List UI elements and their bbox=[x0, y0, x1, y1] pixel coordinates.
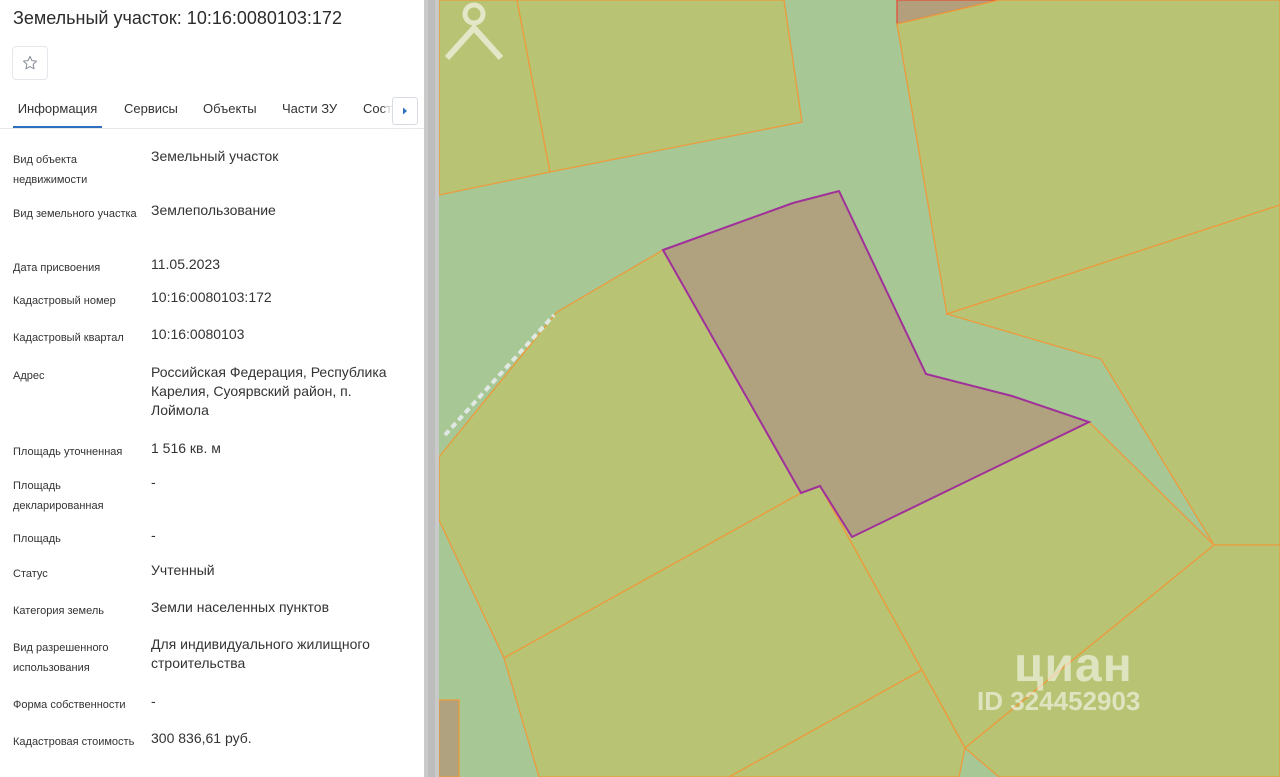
map-canvas[interactable] bbox=[439, 0, 1280, 777]
map-parcel[interactable] bbox=[439, 699, 460, 777]
field-value: Учтенный bbox=[151, 562, 215, 578]
field-value: - bbox=[151, 474, 156, 490]
field-label: Вид земельного участка bbox=[13, 208, 137, 220]
field-value: 1 516 кв. м bbox=[151, 440, 221, 456]
caret-right-icon bbox=[403, 107, 407, 115]
tab-services[interactable]: Сервисы bbox=[124, 92, 178, 128]
field-value: Для индивидуального жилищного строительс… bbox=[151, 636, 370, 671]
panel-scrollbar[interactable] bbox=[424, 0, 439, 777]
watermark-id: ID 324452903 bbox=[977, 686, 1141, 716]
field-label: Площадь декларированная bbox=[13, 480, 104, 512]
page-title: Земельный участок: 10:16:0080103:172 bbox=[13, 8, 342, 28]
field-value: 10:16:0080103 bbox=[151, 326, 245, 342]
watermark-brand: циан bbox=[1014, 639, 1133, 692]
field-label: Статус bbox=[13, 568, 48, 580]
tab-objects[interactable]: Объекты bbox=[203, 92, 257, 128]
scrollbar-thumb[interactable] bbox=[428, 0, 435, 777]
tab-parts[interactable]: Части ЗУ bbox=[282, 92, 337, 128]
star-outline-icon bbox=[22, 55, 38, 70]
field-value: Землепользование bbox=[151, 202, 276, 218]
tab-information[interactable]: Информация bbox=[13, 92, 102, 128]
field-label: Площадь уточненная bbox=[13, 446, 123, 458]
field-value: 300 836,61 руб. bbox=[151, 730, 252, 746]
field-value: - bbox=[151, 693, 156, 709]
info-panel: Земельный участок: 10:16:0080103:172 Инф… bbox=[0, 0, 424, 777]
field-value: Российская Федерация, Республика Карелия… bbox=[151, 364, 387, 418]
field-value: Земельный участок bbox=[151, 148, 279, 164]
field-label: Вид разрешенного использования bbox=[13, 642, 109, 674]
field-label: Адрес bbox=[13, 370, 45, 382]
tabs-next-button[interactable] bbox=[392, 97, 418, 125]
field-label: Площадь bbox=[13, 533, 61, 545]
field-label: Вид объекта недвижимости bbox=[13, 154, 88, 186]
field-label: Кадастровый номер bbox=[13, 295, 116, 307]
field-label: Кадастровая стоимость bbox=[13, 736, 135, 748]
cian-logo-icon bbox=[444, 2, 504, 61]
field-value: 11.05.2023 bbox=[151, 256, 221, 272]
cadastral-map[interactable]: циан ID 324452903 bbox=[439, 0, 1280, 777]
tab-bar: Информация Сервисы Объекты Части ЗУ Сост bbox=[0, 92, 424, 129]
field-label: Кадастровый квартал bbox=[13, 332, 124, 344]
favorite-button[interactable] bbox=[12, 46, 48, 80]
field-label: Форма собственности bbox=[13, 699, 126, 711]
field-value: Земли населенных пунктов bbox=[151, 599, 330, 615]
field-value: - bbox=[151, 527, 156, 543]
field-label: Категория земель bbox=[13, 605, 104, 617]
field-label: Дата присвоения bbox=[13, 262, 101, 274]
field-value: 10:16:0080103:172 bbox=[151, 289, 272, 305]
tab-composition[interactable]: Сост bbox=[363, 92, 392, 128]
